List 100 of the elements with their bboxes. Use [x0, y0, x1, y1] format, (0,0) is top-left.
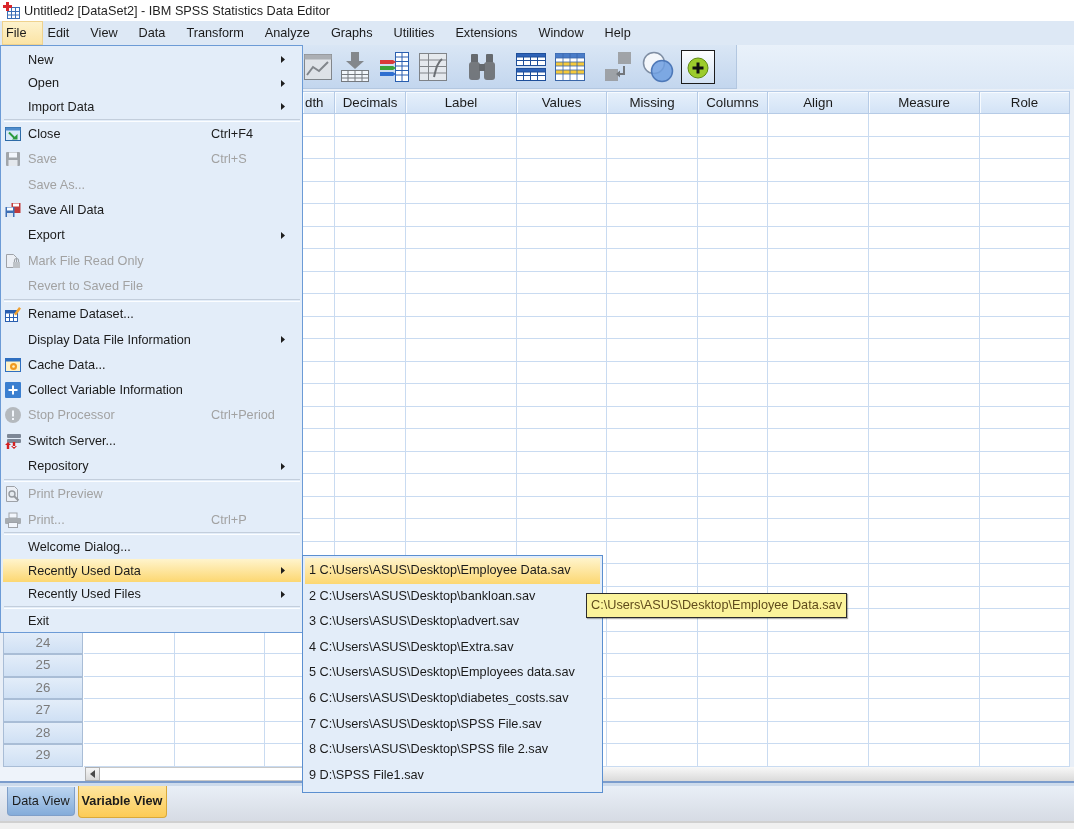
column-header: Decimals: [335, 91, 406, 114]
grid-cell: [335, 429, 406, 452]
menu-item[interactable]: Export: [3, 222, 301, 248]
menu-title[interactable]: Analyze: [260, 21, 327, 45]
shortcut-text: Ctrl+Period: [211, 408, 275, 423]
grid-cell: [698, 451, 768, 474]
grid-cell: [698, 496, 768, 519]
grid-cell: [698, 361, 768, 384]
recent-file-item[interactable]: 7 C:\Users\ASUS\Desktop\SPSS File.sav: [305, 711, 600, 738]
shortcut-text: Ctrl+P: [211, 512, 247, 527]
menu-item[interactable]: Welcome Dialog...: [3, 535, 301, 559]
grid-cell: [335, 294, 406, 317]
menu-title[interactable]: Data: [134, 21, 183, 45]
menu-item[interactable]: Repository: [3, 453, 301, 479]
grid-cell: [335, 406, 406, 429]
grid-cell: [698, 474, 768, 497]
menu-item[interactable]: Collect Variable Information: [3, 377, 301, 403]
menu-item[interactable]: Recently Used Data: [3, 558, 301, 583]
menu-item[interactable]: Open: [3, 71, 301, 95]
grid-cell: [335, 204, 406, 227]
grid-cell: [698, 406, 768, 429]
menu-item[interactable]: Exit: [3, 608, 301, 633]
column-header: Columns: [698, 91, 768, 114]
menu-item[interactable]: Close Ctrl+F4: [3, 121, 301, 147]
table-bars-icon[interactable]: [378, 50, 410, 83]
grid-cell: [698, 339, 768, 362]
column-header: Role: [980, 91, 1070, 114]
recent-file-item[interactable]: 5 C:\Users\ASUS\Desktop\Employees data.sav: [305, 660, 600, 686]
grid-cell: [698, 249, 768, 272]
grid-cell: [698, 699, 768, 722]
grid-pencil-icon: [5, 306, 21, 323]
grid-cell: [698, 541, 768, 564]
column-header: dth: [303, 91, 335, 114]
grid-cell: [335, 159, 406, 182]
menu-item[interactable]: Display Data File Information: [3, 326, 301, 353]
grid-cell: [335, 249, 406, 272]
view-tab[interactable]: Data View: [7, 786, 75, 816]
server-arrows-icon: [5, 432, 21, 449]
grid-cell: [698, 316, 768, 339]
view-tab[interactable]: Variable View: [77, 785, 167, 818]
row-header[interactable]: 29: [3, 744, 83, 767]
grid-cell: [698, 159, 768, 182]
window-title: Untitled2 [DataSet2] - IBM SPSS Statistics Data Editor: [24, 3, 331, 18]
grid-cell: [335, 361, 406, 384]
menu-title[interactable]: Graphs: [326, 21, 390, 45]
menu-title[interactable]: File: [2, 21, 44, 45]
menu-title[interactable]: View: [86, 21, 135, 45]
menu-item[interactable]: Import Data: [3, 95, 301, 119]
grid-cell: [698, 271, 768, 294]
column-header: Align: [768, 91, 869, 114]
grid-cell: [335, 181, 406, 204]
menu-title[interactable]: Extensions: [451, 21, 535, 45]
floppy-disks-icon: [5, 202, 21, 219]
menu-title[interactable]: Utilities: [389, 21, 452, 45]
menu-item[interactable]: Rename Dataset...: [3, 301, 301, 327]
grid-cell: [698, 519, 768, 542]
grid-cell: [698, 136, 768, 159]
table-rows-icon[interactable]: [554, 50, 586, 83]
grid-cell: [698, 721, 768, 744]
document-magnifier-icon: [5, 486, 21, 503]
menu-title[interactable]: Transform: [182, 21, 261, 45]
path-tooltip: C:\Users\ASUS\Desktop\Employee Data.sav: [586, 593, 848, 618]
exclamation-circle-icon: [5, 407, 21, 424]
overlapping-circles-icon[interactable]: [642, 50, 674, 83]
grid-cell: [698, 181, 768, 204]
grid-cell: [698, 226, 768, 249]
grid-cell: [698, 744, 768, 767]
menu-title[interactable]: Edit: [43, 21, 87, 45]
recent-file-item[interactable]: 6 C:\Users\ASUS\Desktop\diabetes_costs.sav: [305, 685, 600, 712]
grid-cell: [335, 474, 406, 497]
window-ring-icon: [5, 356, 21, 373]
menu-item[interactable]: Save All Data: [3, 197, 301, 223]
shortcut-text: Ctrl+F4: [211, 127, 253, 142]
printer-icon: [5, 511, 21, 528]
grid-cell: [335, 271, 406, 294]
grid-cell: [335, 226, 406, 249]
menu-title[interactable]: Window: [534, 21, 601, 45]
left-triangle-icon: [90, 769, 95, 778]
recent-file-item[interactable]: 9 D:\SPSS File1.sav: [305, 762, 600, 789]
column-header: Label: [406, 91, 517, 114]
shortcut-text: Ctrl+S: [211, 152, 247, 167]
grid-cell: [698, 294, 768, 317]
menu-item[interactable]: Recently Used Files: [3, 582, 301, 606]
recent-file-item[interactable]: 4 C:\Users\ASUS\Desktop\Extra.sav: [305, 634, 600, 661]
grid-cell: [335, 384, 406, 407]
grid-cell: [698, 654, 768, 677]
grid-cell: [698, 114, 768, 137]
row-header[interactable]: 26: [3, 676, 83, 699]
menu-item[interactable]: New: [3, 48, 301, 72]
menu-item[interactable]: Switch Server...: [3, 428, 301, 454]
recent-file-item[interactable]: 8 C:\Users\ASUS\Desktop\SPSS file 2.sav: [305, 737, 600, 763]
grid-cell: [698, 384, 768, 407]
menu-item[interactable]: Cache Data...: [3, 352, 301, 378]
plus-square-icon: [5, 382, 21, 399]
grid-cell: [698, 429, 768, 452]
recent-file-item[interactable]: 1 C:\Users\ASUS\Desktop\Employee Data.sav: [305, 558, 600, 584]
column-header: Values: [517, 91, 607, 114]
column-header: Measure: [869, 91, 980, 114]
column-header: Missing: [607, 91, 698, 114]
menu-title[interactable]: Help: [600, 21, 648, 45]
